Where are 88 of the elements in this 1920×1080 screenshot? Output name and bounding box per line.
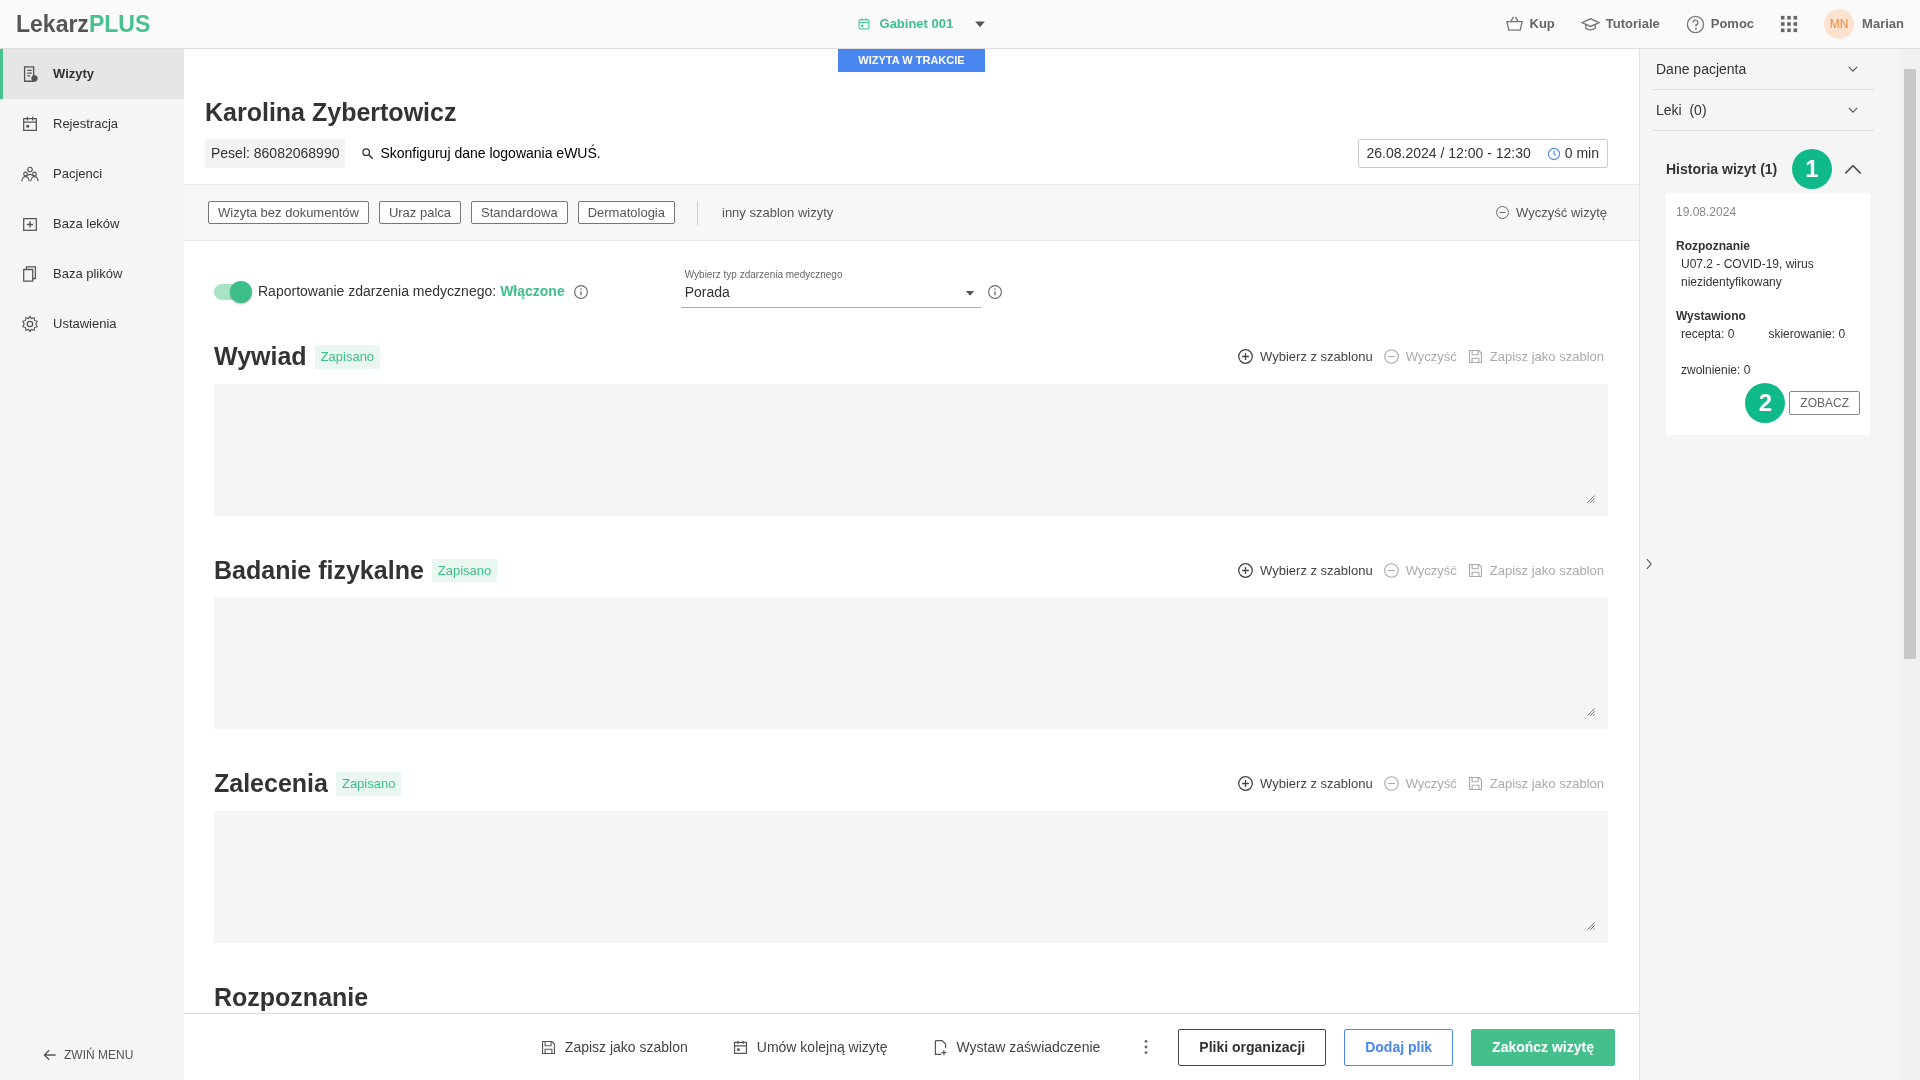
plus-circle-icon — [1237, 561, 1255, 579]
step-marker: 2 — [1745, 383, 1786, 423]
section-action[interactable]: Wybierz z szablonu — [1237, 560, 1373, 580]
section-title: Historia wizyt (1) — [1666, 159, 1778, 179]
field-label: Wybierz typ zdarzenia medycznego — [684, 268, 844, 282]
template-button[interactable]: Uraz palca — [378, 200, 462, 225]
count-text: recepta: 0 — [1681, 326, 1735, 343]
sidebar-item[interactable]: Baza plików — [0, 249, 184, 299]
sidebar-item[interactable]: Rejestracja — [0, 99, 184, 149]
template-button[interactable]: Wizyta bez dokumentów — [208, 200, 369, 225]
accordion-header[interactable]: Historia wizyt (1) 1 — [1666, 149, 1870, 189]
minus-circle-icon — [1382, 348, 1400, 366]
plus-circle-icon — [1237, 348, 1255, 366]
view-button[interactable]: ZOBACZ — [1789, 391, 1860, 415]
status-badge: WIZYTA W TRAKCIE — [838, 49, 985, 72]
sidebar-item[interactable]: Wizyty — [0, 49, 184, 99]
template-button[interactable]: Dermatologia — [577, 200, 675, 225]
scrollbar[interactable] — [1900, 49, 1920, 1080]
visit-date-field[interactable]: 26.08.2024 / 12:00 - 12:30 0 min — [1357, 139, 1608, 168]
files-icon — [21, 265, 39, 283]
field-label: Rozpoznanie — [1676, 238, 1751, 255]
info-icon — [986, 284, 1003, 300]
bottom-action[interactable]: Wystaw zaświadczenie — [925, 1035, 1107, 1059]
save-icon — [1466, 561, 1484, 579]
section-title: Badanie fizykalne — [214, 554, 424, 586]
section-title: Rozpoznanie — [214, 981, 369, 1013]
pesel-label: Pesel: 86082068990 — [205, 139, 346, 168]
section-title: Zalecenia — [214, 768, 328, 799]
basket-icon — [1504, 14, 1524, 34]
plus-box-icon — [21, 215, 39, 233]
diagnosis-text: U07.2 - COVID-19, wirus niezidentyfikowany — [1680, 256, 1815, 291]
help-icon — [1685, 14, 1705, 34]
save-icon — [1466, 775, 1484, 793]
logo-text: PLUS — [88, 9, 151, 39]
minus-circle-icon — [1382, 775, 1400, 793]
field-label: Wystawiono — [1676, 308, 1747, 325]
plus-circle-icon — [1237, 775, 1255, 793]
section-title: Wywiad — [214, 341, 307, 372]
minus-circle-icon — [1382, 561, 1400, 579]
sidebar-item[interactable]: Baza leków — [0, 199, 184, 249]
count-text: skierowanie: 0 — [1768, 326, 1846, 343]
info-icon — [572, 283, 589, 300]
search-icon — [361, 147, 375, 160]
template-link[interactable]: inny szablon wizyty — [722, 202, 834, 223]
patient-name: Karolina Zybertowicz — [205, 96, 458, 128]
event-type-select[interactable]: Wybierz typ zdarzenia medycznego Porada — [680, 267, 981, 308]
top-menu-link[interactable]: Pomoc — [1685, 14, 1755, 34]
save-icon — [539, 1038, 557, 1056]
apps-grid-icon[interactable] — [1780, 15, 1799, 33]
select-value: Porada — [684, 283, 730, 302]
collapse-menu-button[interactable]: ZWIŃ MENU — [42, 1046, 184, 1064]
toggle-switch[interactable] — [214, 283, 250, 300]
top-menu-link[interactable]: Kup — [1504, 14, 1555, 34]
visit-date: 19.08.2024 — [1676, 204, 1738, 221]
reporting-label: Raportowanie zdarzenia medycznego: — [258, 282, 497, 301]
action-button[interactable]: Dodaj plik — [1344, 1028, 1454, 1066]
count-text: zwolnienie: 0 — [1681, 362, 1751, 379]
logo-text: Lekarz — [16, 9, 89, 39]
template-button[interactable]: Standardowa — [471, 200, 568, 225]
minus-circle-icon — [1495, 205, 1511, 220]
ewus-link[interactable]: Skonfiguruj dane logowania eWUŚ. — [361, 139, 601, 168]
saved-status: Zapisano — [335, 772, 402, 796]
accordion-header[interactable]: Dane pacjenta — [1652, 49, 1874, 90]
section-action[interactable]: Wybierz z szablonu — [1237, 774, 1373, 794]
document-icon — [21, 65, 39, 83]
calendar-icon — [731, 1038, 749, 1056]
clear-visit-button[interactable]: Wyczyść wizytę — [1495, 202, 1607, 223]
step-marker: 1 — [1792, 149, 1832, 189]
reporting-status: Włączone — [500, 282, 565, 301]
people-icon — [21, 165, 39, 183]
sidebar-item[interactable]: Ustawienia — [0, 299, 184, 349]
bottom-action[interactable]: Zapisz jako szablon — [533, 1035, 694, 1059]
action-button[interactable]: Pliki organizacji — [1178, 1028, 1327, 1066]
bottom-action[interactable]: Umów kolejną wizytę — [725, 1035, 894, 1059]
settings-icon — [21, 315, 39, 333]
saved-status: Zapisano — [431, 558, 498, 582]
save-icon — [1466, 348, 1484, 366]
calendar-icon — [856, 17, 871, 31]
top-menu-link[interactable]: Tutoriale — [1580, 14, 1660, 34]
user-name: Marian — [1862, 15, 1904, 34]
clock-icon — [1546, 146, 1561, 161]
duration-text: 0 min — [1564, 144, 1599, 163]
sidebar-item[interactable]: Pacjenci — [0, 149, 184, 199]
saved-status: Zapisano — [314, 345, 381, 369]
accordion-header[interactable]: Leki (0) — [1652, 90, 1874, 131]
arrow-left-icon — [42, 1047, 58, 1063]
section-action[interactable]: Wybierz z szablonu — [1237, 347, 1373, 367]
calendar-icon — [21, 115, 39, 133]
